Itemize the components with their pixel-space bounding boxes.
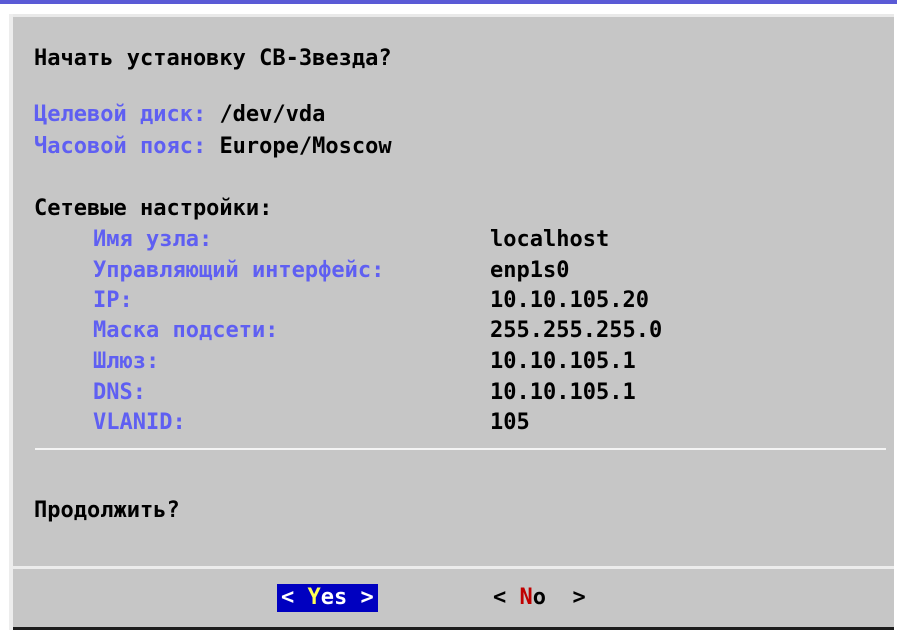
target-disk-row: Целевой диск: /dev/vda [34, 101, 325, 129]
vlanid-label: VLANID: [93, 410, 186, 435]
network-heading: Сетевые настройки: [34, 196, 273, 221]
hostname-value: localhost [490, 227, 610, 252]
section-divider [35, 448, 886, 450]
ip-value: 10.10.105.20 [490, 288, 649, 313]
yes-button-rest: es [320, 585, 348, 610]
yes-button-open: < [281, 585, 308, 610]
hostname-label: Имя узла: [93, 227, 213, 252]
gateway-value: 10.10.105.1 [490, 349, 636, 374]
target-disk-label: Целевой диск: [34, 102, 207, 127]
no-button-hotkey: N [519, 585, 533, 610]
timezone-row: Часовой пояс: Europe/Moscow [34, 133, 392, 161]
no-button[interactable]: < No > [489, 584, 590, 612]
button-bar: < Yes > < No > [13, 566, 894, 630]
yes-button-hotkey: Y [307, 585, 321, 610]
install-confirm-dialog: Начать установку СВ-Звезда? Целевой диск… [13, 17, 894, 630]
vlanid-value: 105 [490, 410, 530, 435]
yes-button-close: > [347, 585, 374, 610]
gateway-label: Шлюз: [93, 349, 160, 374]
dns-value: 10.10.105.1 [490, 380, 636, 405]
dialog-title: Начать установку СВ-Звезда? [34, 46, 392, 71]
top-accent-line [0, 0, 897, 4]
no-button-open: < [493, 585, 520, 610]
button-bar-shadow [13, 627, 894, 630]
netmask-label: Маска подсети: [93, 318, 279, 343]
dns-label: DNS: [93, 380, 146, 405]
continue-prompt: Продолжить? [34, 498, 180, 523]
interface-label: Управляющий интерфейс: [93, 258, 385, 283]
timezone-value: Europe/Moscow [219, 134, 392, 159]
target-disk-value: /dev/vda [219, 102, 326, 127]
ip-label: IP: [93, 288, 133, 313]
yes-button[interactable]: < Yes > [277, 584, 378, 612]
no-button-close: > [546, 585, 586, 610]
timezone-label: Часовой пояс: [34, 134, 207, 159]
netmask-value: 255.255.255.0 [490, 318, 663, 343]
no-button-rest: o [532, 585, 546, 610]
interface-value: enp1s0 [490, 258, 570, 283]
